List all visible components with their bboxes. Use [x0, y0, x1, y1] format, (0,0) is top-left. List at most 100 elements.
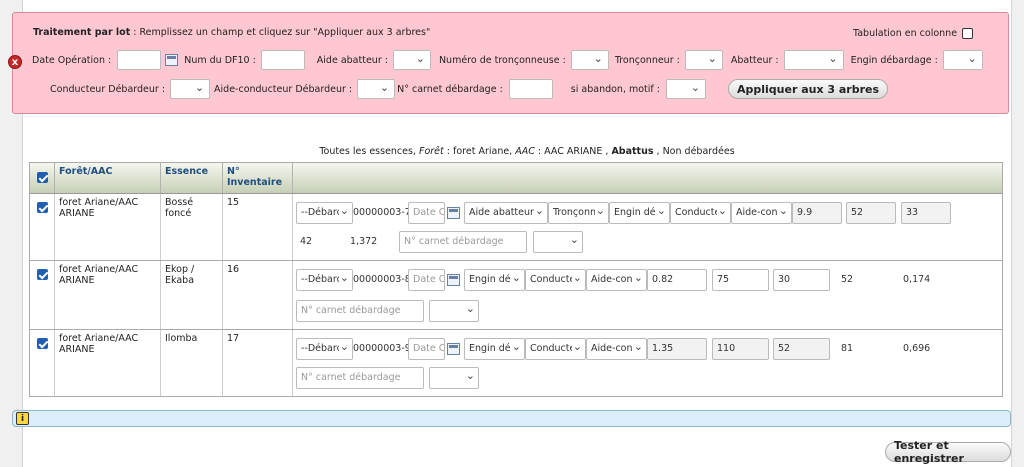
header-foret: Forêt/AAC	[55, 163, 161, 193]
cell-essence: Ekop / Ekaba	[161, 261, 223, 329]
info-bar: i	[12, 410, 1011, 427]
table-row: foret Ariane/AAC ARIANE Ekop / Ekaba 16 …	[30, 261, 1002, 330]
value-5: 0,174	[903, 274, 931, 285]
carnet-input[interactable]: N° carnet débardage	[296, 367, 424, 389]
tronconneur-label: Tronçonneur :	[614, 54, 680, 66]
header-fields	[293, 163, 1002, 193]
row-select-cell	[30, 194, 55, 260]
engin-select[interactable]	[942, 50, 983, 70]
motif-select[interactable]	[429, 300, 479, 322]
save-button[interactable]: Tester et enregistrer	[885, 439, 1011, 465]
row-checkbox[interactable]	[36, 338, 48, 349]
aide-conducteur-select[interactable]: Aide-conc	[586, 269, 647, 291]
cell-essence: Bossé foncé	[161, 194, 223, 260]
caption-prefix: Toutes les essences,	[319, 146, 419, 157]
table-caption: Toutes les essences, Forêt : foret Arian…	[0, 146, 1024, 157]
calendar-icon[interactable]	[165, 54, 179, 66]
aide-abatteur-select[interactable]	[392, 50, 431, 70]
aide-conducteur-select[interactable]: Aide-conc	[586, 338, 647, 360]
caption-foret-key: Forêt	[419, 146, 444, 157]
info-icon: i	[16, 412, 29, 425]
value-4: 42	[300, 236, 313, 247]
abatteur-label: Abatteur :	[730, 54, 779, 66]
abandon-select[interactable]	[665, 79, 706, 99]
table-header: Forêt/AAC Essence N° Inventaire	[30, 163, 1002, 194]
value-field-1[interactable]: 1.35	[647, 338, 707, 360]
value-field-3[interactable]: 33	[901, 202, 951, 224]
row-select-cell	[30, 261, 55, 329]
date-field[interactable]: Date O	[408, 338, 445, 360]
header-essence: Essence	[161, 163, 223, 193]
value-field-1[interactable]: 9.9	[792, 202, 842, 224]
aide-abatteur-select[interactable]: Aide abatteur	[464, 202, 548, 224]
carnet-input[interactable]: N° carnet débardage	[399, 231, 527, 253]
carnet-input[interactable]: N° carnet débardage	[296, 300, 424, 322]
apply-button[interactable]: Appliquer aux 3 arbres	[727, 79, 889, 99]
batch-title: Traitement par lot	[33, 26, 131, 38]
date-label: Date Opération :	[32, 54, 112, 66]
column-tab-checkbox[interactable]	[962, 27, 974, 39]
df10-label: Num du DF10 :	[184, 54, 256, 66]
aide-conducteur-select[interactable]: Aide-conc	[731, 202, 792, 224]
cell-foret: foret Ariane/AAC ARIANE	[55, 194, 161, 260]
value-field-2[interactable]: 52	[846, 202, 896, 224]
conducteur-select[interactable]	[170, 79, 211, 99]
value-field-3[interactable]: 30	[773, 269, 830, 291]
calendar-icon[interactable]	[447, 207, 460, 219]
batch-panel: Traitement par lot : Remplissez un champ…	[8, 12, 1009, 114]
conducteur-select[interactable]: Conducte	[670, 202, 731, 224]
calendar-icon[interactable]	[447, 343, 460, 355]
value-field-1[interactable]: 0.82	[647, 269, 707, 291]
row-select-cell	[30, 330, 55, 396]
caption-aac-key: AAC	[515, 146, 535, 157]
conducteur-select[interactable]: Conducte	[525, 269, 586, 291]
error-icon: x	[8, 55, 22, 69]
cell-fields: --Débarc 00000003-8 Date O Engin dél Con…	[293, 261, 1002, 329]
batch-header: Traitement par lot : Remplissez un champ…	[33, 21, 993, 43]
caption-abattus: Abattus	[611, 146, 654, 157]
engin-select[interactable]: Engin dél	[609, 202, 670, 224]
motif-select[interactable]	[533, 231, 583, 253]
tree-code: 00000003-8	[353, 274, 411, 285]
value-field-2[interactable]: 75	[712, 269, 769, 291]
cell-inventaire: 15	[223, 194, 293, 260]
value-5: 0,696	[903, 343, 931, 354]
header-select-all	[30, 163, 55, 193]
table-row: foret Ariane/AAC ARIANE Ilomba 17 --Déba…	[30, 330, 1002, 396]
caption-aac-val: : AAC ARIANE ,	[534, 146, 612, 157]
value-field-2[interactable]: 110	[712, 338, 769, 360]
batch-row-1: Date Opération : Num du DF10 : Aide abat…	[32, 49, 983, 71]
tree-code: 00000003-9	[353, 343, 411, 354]
num-tronconneuse-select[interactable]	[570, 50, 609, 70]
cell-fields: --Débarc 00000003-9 Date O Engin dél Con…	[293, 330, 1002, 396]
header-inventaire: N° Inventaire	[223, 163, 293, 193]
engin-select[interactable]: Engin dél	[464, 269, 525, 291]
debardage-select[interactable]: --Débarc	[296, 338, 353, 360]
select-all-checkbox[interactable]	[36, 172, 48, 183]
abatteur-select[interactable]	[783, 50, 844, 70]
debardage-select[interactable]: --Débarc	[296, 269, 353, 291]
column-tab-label: Tabulation en colonne	[853, 27, 958, 39]
carnet-input[interactable]	[508, 79, 553, 99]
conducteur-label: Conducteur Débardeur :	[50, 83, 166, 95]
cell-essence: Ilomba	[161, 330, 223, 396]
cell-foret: foret Ariane/AAC ARIANE	[55, 261, 161, 329]
batch-instruction: : Remplissez un champ et cliquez sur "Ap…	[133, 26, 431, 38]
debardage-select[interactable]: --Débarc	[296, 202, 353, 224]
row-checkbox[interactable]	[36, 202, 48, 213]
value-field-3[interactable]: 52	[773, 338, 830, 360]
cell-inventaire: 17	[223, 330, 293, 396]
motif-select[interactable]	[429, 367, 479, 389]
row-checkbox[interactable]	[36, 269, 48, 280]
engin-select[interactable]: Engin dél	[464, 338, 525, 360]
calendar-icon[interactable]	[447, 274, 460, 286]
date-field[interactable]: Date O	[408, 202, 445, 224]
df10-input[interactable]	[260, 50, 305, 70]
date-input[interactable]	[117, 50, 162, 70]
tronconneur-select[interactable]	[684, 50, 723, 70]
tronconneur-select[interactable]: Tronçonn	[548, 202, 609, 224]
conducteur-select[interactable]: Conducte	[525, 338, 586, 360]
aide-conducteur-select[interactable]	[357, 79, 396, 99]
date-field[interactable]: Date O	[408, 269, 445, 291]
aide-abatteur-label: Aide abatteur :	[316, 54, 388, 66]
